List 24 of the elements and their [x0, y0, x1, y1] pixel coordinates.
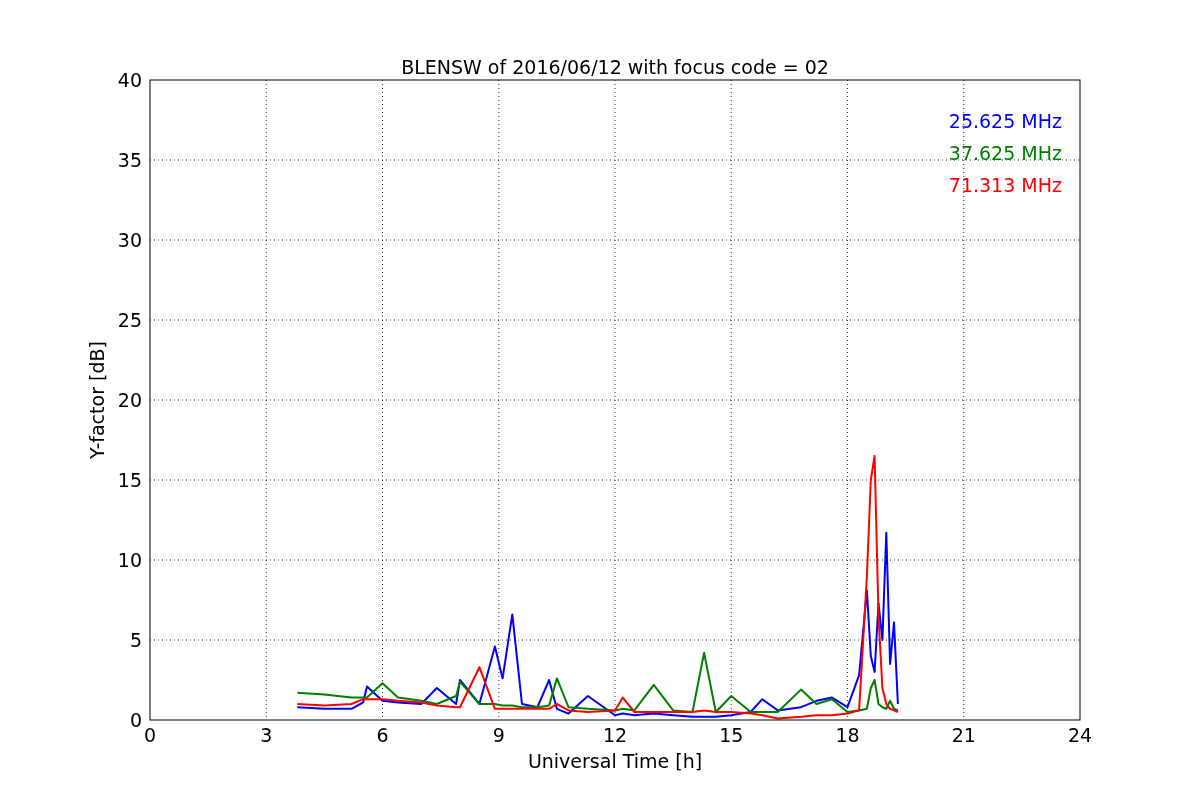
chart-title: BLENSW of 2016/06/12 with focus code = 02 — [401, 56, 829, 78]
y-tick-label: 30 — [117, 229, 142, 251]
x-tick-label: 9 — [492, 724, 505, 746]
x-tick-label: 24 — [1067, 724, 1093, 746]
x-tick-label: 3 — [260, 724, 273, 746]
y-tick-label: 20 — [117, 389, 142, 411]
legend-label: 25.625 MHz — [948, 110, 1062, 132]
x-axis-label: Universal Time [h] — [527, 750, 703, 772]
x-tick-label: 18 — [835, 724, 860, 746]
x-tick-label: 0 — [143, 724, 157, 746]
y-tick-label: 35 — [117, 149, 142, 171]
legend-label: 71.313 MHz — [948, 174, 1062, 196]
y-tick-label: 15 — [117, 469, 142, 491]
x-tick-label: 6 — [376, 724, 389, 746]
y-tick-label: 0 — [129, 709, 142, 731]
y-tick-label: 10 — [117, 549, 142, 571]
x-tick-label: 15 — [719, 724, 744, 746]
x-tick-label: 21 — [951, 724, 976, 746]
y-axis-label: Y-factor [dB] — [86, 341, 108, 459]
y-tick-label: 5 — [129, 629, 142, 651]
y-tick-label: 40 — [117, 69, 142, 91]
x-tick-label: 12 — [602, 724, 628, 746]
y-tick-label: 25 — [117, 309, 142, 331]
legend-label: 37.625 MHz — [948, 142, 1062, 164]
